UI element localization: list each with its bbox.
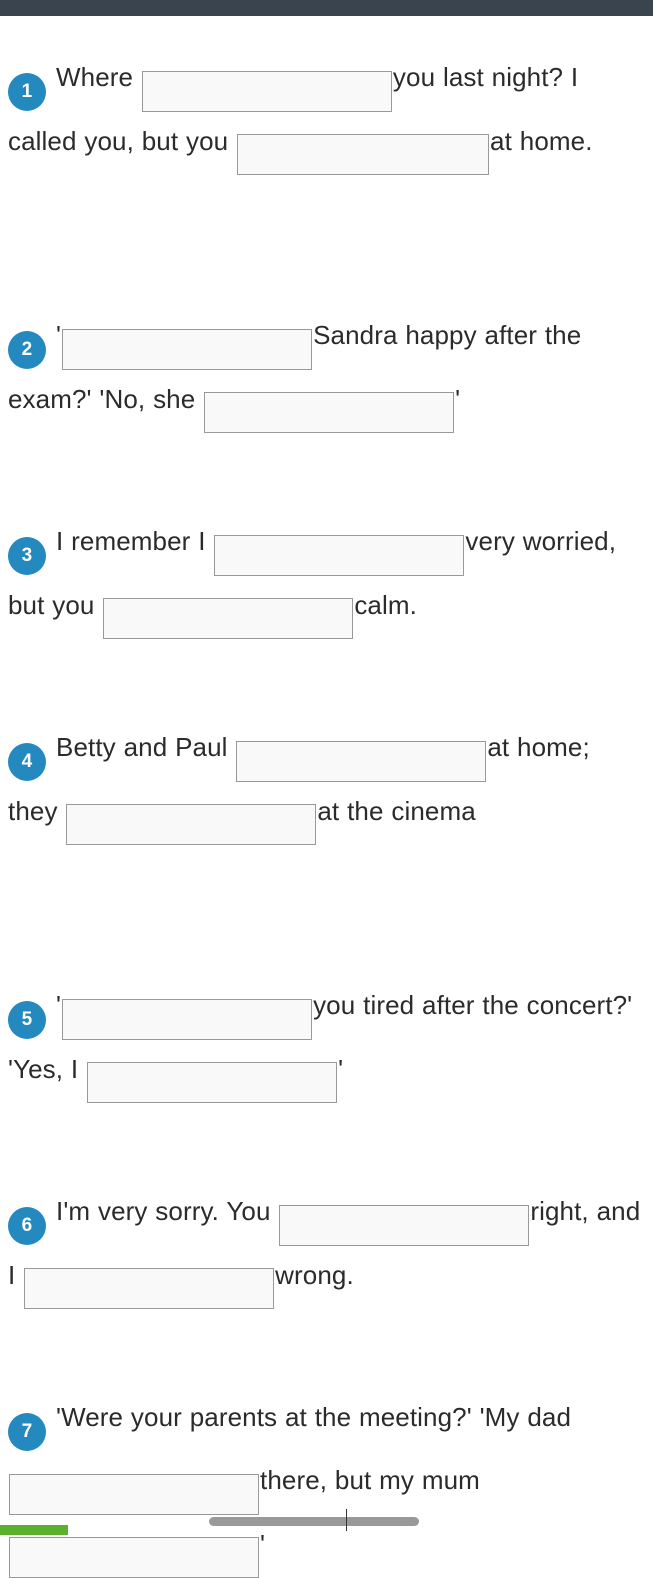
question-text-segment: ' [56,990,62,1020]
question-item-7: 7 'Were your parents at the meeting?' 'My… [0,1388,653,1578]
answer-gap-input[interactable] [237,134,490,175]
answer-gap-input[interactable] [62,328,313,370]
question-number-badge: 1 [8,73,46,111]
question-text-segment: 'Were your parents at the meeting?' 'My … [56,1402,572,1432]
question-line: 4 Betty and Paul at home; they at the cin… [8,718,645,845]
text-caret [346,1509,347,1531]
question-text-segment: I remember I [56,526,214,556]
question-text-segment: wrong. [275,1259,354,1290]
answer-gap-input[interactable] [204,392,455,433]
question-item-5: 5 ' you tired after the concert?' 'Yes, I … [0,976,653,1103]
question-text-segment: I'm very sorry. You [56,1196,279,1226]
app-top-bar [0,0,653,16]
question-line: 2 ' Sandra happy after the exam?' 'No, she… [8,306,645,433]
question-item-4: 4 Betty and Paul at home; they at the cin… [0,718,653,845]
answer-gap-input[interactable] [236,740,487,782]
question-number-badge: 6 [8,1207,46,1245]
question-item-6: 6 I'm very sorry. You right, and I wrong. [0,1182,653,1309]
question-text-segment: at the cinema [317,795,476,826]
question-number-badge: 4 [8,743,46,781]
question-text-segment: Betty and Paul [56,732,236,762]
question-item-3: 3I remember I very worried, but you calm… [0,512,653,639]
question-line: 7 'Were your parents at the meeting?' 'My… [8,1388,645,1578]
answer-gap-input[interactable] [9,1473,259,1515]
question-number-badge: 5 [8,1001,46,1039]
answer-gap-input[interactable] [62,998,313,1040]
question-line: 6 I'm very sorry. You right, and I wrong. [8,1182,645,1309]
answer-gap-input[interactable] [141,70,392,112]
question-line: 1 Where you last night? I called you, but… [8,48,645,175]
question-text-segment: at home. [490,125,593,156]
question-text-segment: there, but my mum [260,1465,480,1495]
question-text-segment: calm. [354,589,417,620]
answer-gap-input[interactable] [66,804,317,845]
horizontal-scrollbar-thumb[interactable] [209,1517,419,1526]
question-line: 3I remember I very worried, but you calm… [8,512,645,639]
question-number-badge: 3 [8,537,46,575]
question-line: 5 ' you tired after the concert?' 'Yes, I … [8,976,645,1103]
question-text-segment: ' [455,383,461,414]
answer-gap-input[interactable] [214,534,465,576]
question-number-badge: 2 [8,331,46,369]
question-text-segment: ' [338,1053,344,1084]
answer-gap-input[interactable] [103,598,354,639]
question-item-2: 2 ' Sandra happy after the exam?' 'No, she… [0,306,653,433]
question-number-badge: 7 [8,1413,46,1451]
answer-gap-input[interactable] [24,1268,275,1309]
question-text-segment: ' [260,1528,266,1559]
question-text-segment: Where [56,62,141,92]
answer-gap-input[interactable] [87,1062,338,1103]
progress-indicator [0,1525,68,1535]
question-text-segment: ' [56,320,62,350]
answer-gap-input[interactable] [279,1204,530,1246]
answer-gap-input[interactable] [9,1537,259,1578]
question-item-1: 1 Where you last night? I called you, but… [0,48,653,175]
